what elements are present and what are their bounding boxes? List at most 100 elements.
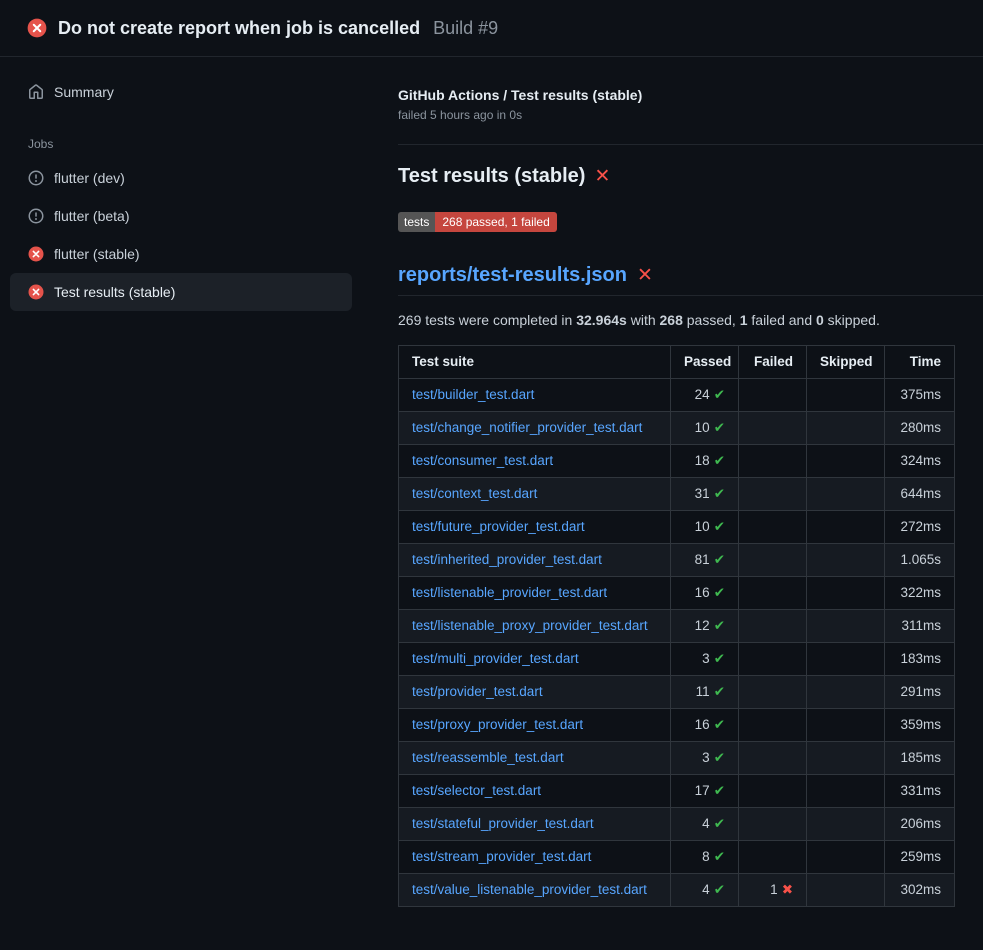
check-icon: ✔ [714,684,725,699]
passed-cell: 11✔ [671,676,739,709]
failed-cell: ✖ [739,577,807,610]
neutral-status-icon [28,208,44,224]
table-row: test/value_listenable_provider_test.dart… [399,874,955,907]
failed-cell: ✖ [739,412,807,445]
table-row: test/builder_test.dart 24✔ ✖ ✔ 375ms [399,379,955,412]
failed-cell: ✖ [739,445,807,478]
table-row: test/reassemble_test.dart 3✔ ✖ ✔ 185ms [399,742,955,775]
check-icon: ✔ [714,783,725,798]
suite-link[interactable]: test/builder_test.dart [412,387,534,402]
breadcrumb: GitHub Actions / Test results (stable) [398,87,983,103]
summary-text: failed and [748,312,817,328]
time-cell: 1.065s [885,544,955,577]
col-time: Time [885,346,955,379]
neutral-status-icon [28,170,44,186]
suite-link[interactable]: test/reassemble_test.dart [412,750,564,765]
table-row: test/selector_test.dart 17✔ ✖ ✔ 331ms [399,775,955,808]
suite-link[interactable]: test/context_test.dart [412,486,537,501]
suite-link[interactable]: test/stateful_provider_test.dart [412,816,594,831]
passed-cell: 16✔ [671,709,739,742]
table-row: test/consumer_test.dart 18✔ ✖ ✔ 324ms [399,445,955,478]
skipped-cell: ✔ [807,709,885,742]
table-row: test/stream_provider_test.dart 8✔ ✖ ✔ 25… [399,841,955,874]
skipped-cell: ✔ [807,775,885,808]
divider [398,144,983,145]
check-icon: ✔ [714,849,725,864]
summary-skipped-count: 0 [816,312,824,328]
failed-cell: ✖ [739,709,807,742]
summary-duration: 32.964s [576,312,627,328]
skipped-cell: ✔ [807,643,885,676]
job-label: flutter (dev) [54,170,125,186]
summary-failed-count: 1 [740,312,748,328]
passed-cell: 10✔ [671,412,739,445]
passed-cell: 12✔ [671,610,739,643]
badge-value: 268 passed, 1 failed [435,212,556,232]
suite-link[interactable]: test/change_notifier_provider_test.dart [412,420,642,435]
sidebar-item-flutter-stable[interactable]: flutter (stable) [0,235,380,273]
skipped-cell: ✔ [807,379,885,412]
check-icon: ✔ [714,651,725,666]
check-icon: ✔ [714,816,725,831]
job-label: flutter (stable) [54,246,140,262]
failed-cell: ✖ [739,610,807,643]
passed-cell: 3✔ [671,742,739,775]
time-cell: 259ms [885,841,955,874]
results-table: Test suite Passed Failed Skipped Time te… [398,345,955,907]
cross-icon: ✖ [782,882,793,897]
summary-text: 269 tests were completed in [398,312,576,328]
suite-link[interactable]: test/inherited_provider_test.dart [412,552,602,567]
table-row: test/multi_provider_test.dart 3✔ ✖ ✔ 183… [399,643,955,676]
suite-link[interactable]: test/proxy_provider_test.dart [412,717,583,732]
failed-cell: ✖ [739,676,807,709]
col-failed: Failed [739,346,807,379]
failed-cell: ✖ [739,775,807,808]
check-icon: ✔ [714,387,725,402]
sidebar-item-flutter-beta[interactable]: flutter (beta) [0,197,380,235]
skipped-cell: ✔ [807,412,885,445]
check-icon: ✔ [714,552,725,567]
run-title: Do not create report when job is cancell… [58,18,420,39]
sidebar-summary-label: Summary [54,84,114,100]
check-icon: ✔ [714,420,725,435]
suite-link[interactable]: test/value_listenable_provider_test.dart [412,882,647,897]
jobs-section-label: Jobs [28,137,380,151]
suite-link[interactable]: test/listenable_proxy_provider_test.dart [412,618,648,633]
check-icon: ✔ [714,453,725,468]
failed-status-icon [28,284,44,300]
time-cell: 311ms [885,610,955,643]
skipped-cell: ✔ [807,676,885,709]
summary-text: passed, [683,312,740,328]
time-cell: 272ms [885,511,955,544]
tests-badge: tests 268 passed, 1 failed [398,212,557,232]
suite-link[interactable]: test/listenable_provider_test.dart [412,585,607,600]
suite-link[interactable]: test/selector_test.dart [412,783,541,798]
job-label: flutter (beta) [54,208,129,224]
failed-cell: ✖ [739,742,807,775]
suite-link[interactable]: test/consumer_test.dart [412,453,553,468]
time-cell: 331ms [885,775,955,808]
failed-cell: ✖ [739,478,807,511]
failed-cell: ✖ [739,544,807,577]
section-title: Test results (stable) ✕ [398,165,983,188]
passed-cell: 16✔ [671,577,739,610]
skipped-cell: ✔ [807,610,885,643]
suite-link[interactable]: test/multi_provider_test.dart [412,651,579,666]
sidebar-item-flutter-dev[interactable]: flutter (dev) [0,159,380,197]
sidebar-item-summary[interactable]: Summary [0,73,380,111]
suite-link[interactable]: test/stream_provider_test.dart [412,849,591,864]
skipped-cell: ✔ [807,478,885,511]
table-row: test/listenable_proxy_provider_test.dart… [399,610,955,643]
check-icon: ✔ [714,750,725,765]
sidebar-item-test-results-stable[interactable]: Test results (stable) [10,273,352,311]
suite-link[interactable]: test/future_provider_test.dart [412,519,585,534]
skipped-cell: ✔ [807,445,885,478]
run-failed-icon [27,18,47,38]
passed-cell: 4✔ [671,808,739,841]
report-link[interactable]: reports/test-results.json [398,264,627,287]
check-icon: ✔ [714,882,725,897]
table-row: test/stateful_provider_test.dart 4✔ ✖ ✔ … [399,808,955,841]
passed-cell: 4✔ [671,874,739,907]
suite-link[interactable]: test/provider_test.dart [412,684,543,699]
summary-passed-count: 268 [660,312,683,328]
